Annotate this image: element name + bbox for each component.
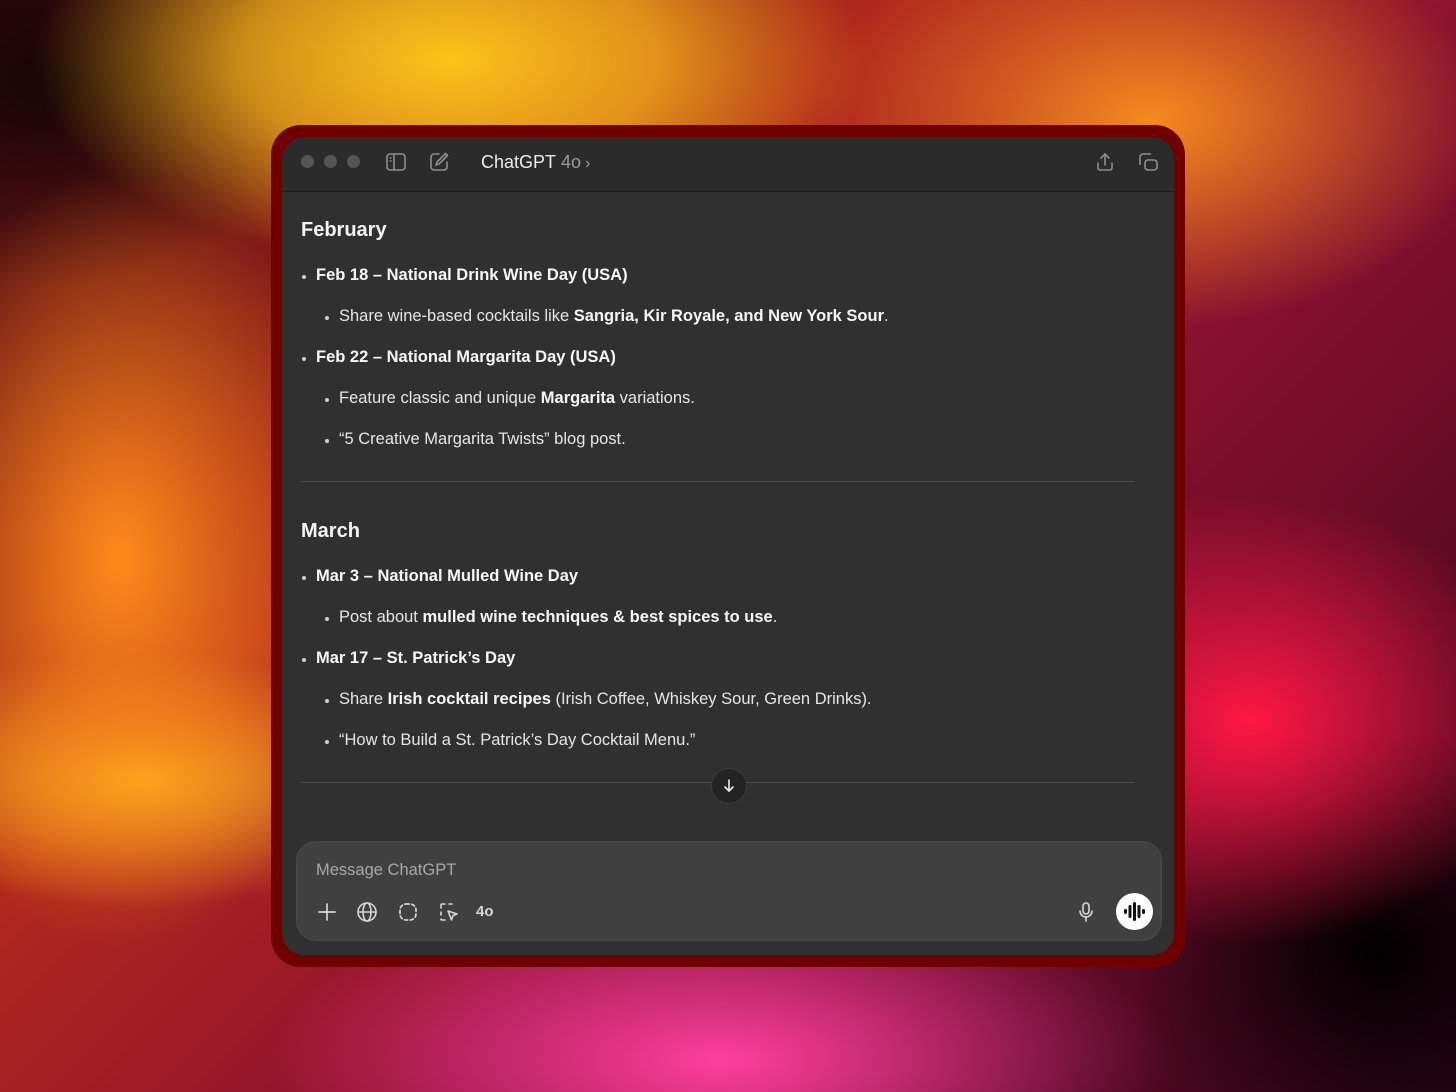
bullet [325, 699, 329, 703]
voice-mode-button[interactable] [1116, 893, 1153, 930]
model-chip[interactable]: 4o [476, 901, 494, 923]
pointer-select-icon[interactable] [437, 900, 461, 924]
bullet [325, 439, 329, 443]
app-name: ChatGPT [481, 152, 557, 172]
bullet [325, 316, 329, 320]
bullet [325, 617, 329, 621]
scroll-to-bottom-button[interactable] [711, 768, 747, 804]
title-bar: ChatGPT 4o › [282, 137, 1174, 192]
event-heading: Mar 3 – National Mulled Wine Day [316, 567, 579, 585]
new-chat-icon[interactable] [427, 150, 451, 174]
section-title-february: February [301, 219, 387, 241]
section-title-march: March [301, 520, 360, 542]
event-detail: “How to Build a St. Patrick’s Day Cockta… [339, 731, 696, 749]
bullet [325, 398, 329, 402]
bullet [325, 740, 329, 744]
message-input[interactable] [314, 856, 1018, 884]
globe-icon[interactable] [355, 900, 379, 924]
share-icon[interactable] [1093, 150, 1117, 174]
bullet [302, 658, 306, 662]
chat-window: ChatGPT 4o › February Feb 18 – National Dr… [282, 137, 1174, 955]
event-detail: “5 Creative Margarita Twists” blog post. [339, 430, 626, 448]
arrow-down-icon [724, 779, 734, 792]
message-content: February Feb 18 – National Drink Wine Da… [301, 191, 1135, 831]
bullet [302, 576, 306, 580]
event-detail: Share Irish cocktail recipes (Irish Coff… [339, 690, 872, 708]
microphone-icon[interactable] [1074, 900, 1098, 924]
event-heading: Feb 22 – National Margarita Day (USA) [316, 348, 616, 366]
model-switcher[interactable]: ChatGPT 4o › [481, 150, 590, 174]
plus-icon[interactable] [315, 900, 339, 924]
event-detail: Share wine-based cocktails like Sangria,… [339, 307, 889, 325]
zoom-window-button[interactable] [347, 155, 360, 168]
divider [301, 481, 1134, 482]
event-detail: Feature classic and unique Margarita var… [339, 389, 695, 407]
model-label: 4o [561, 152, 582, 172]
lasso-icon[interactable] [396, 900, 420, 924]
event-heading: Mar 17 – St. Patrick’s Day [316, 649, 516, 667]
event-detail: Post about mulled wine techniques & best… [339, 608, 778, 626]
close-window-button[interactable] [301, 155, 314, 168]
chevron-right-icon: › [585, 155, 591, 172]
bullet [302, 357, 306, 361]
event-heading: Feb 18 – National Drink Wine Day (USA) [316, 266, 628, 284]
bullet [302, 275, 306, 279]
message-composer: 4o [296, 841, 1162, 941]
new-window-icon[interactable] [1136, 150, 1160, 174]
voice-waveform-icon [1124, 902, 1145, 921]
sidebar-toggle-icon[interactable] [384, 150, 408, 174]
minimize-window-button[interactable] [324, 155, 337, 168]
